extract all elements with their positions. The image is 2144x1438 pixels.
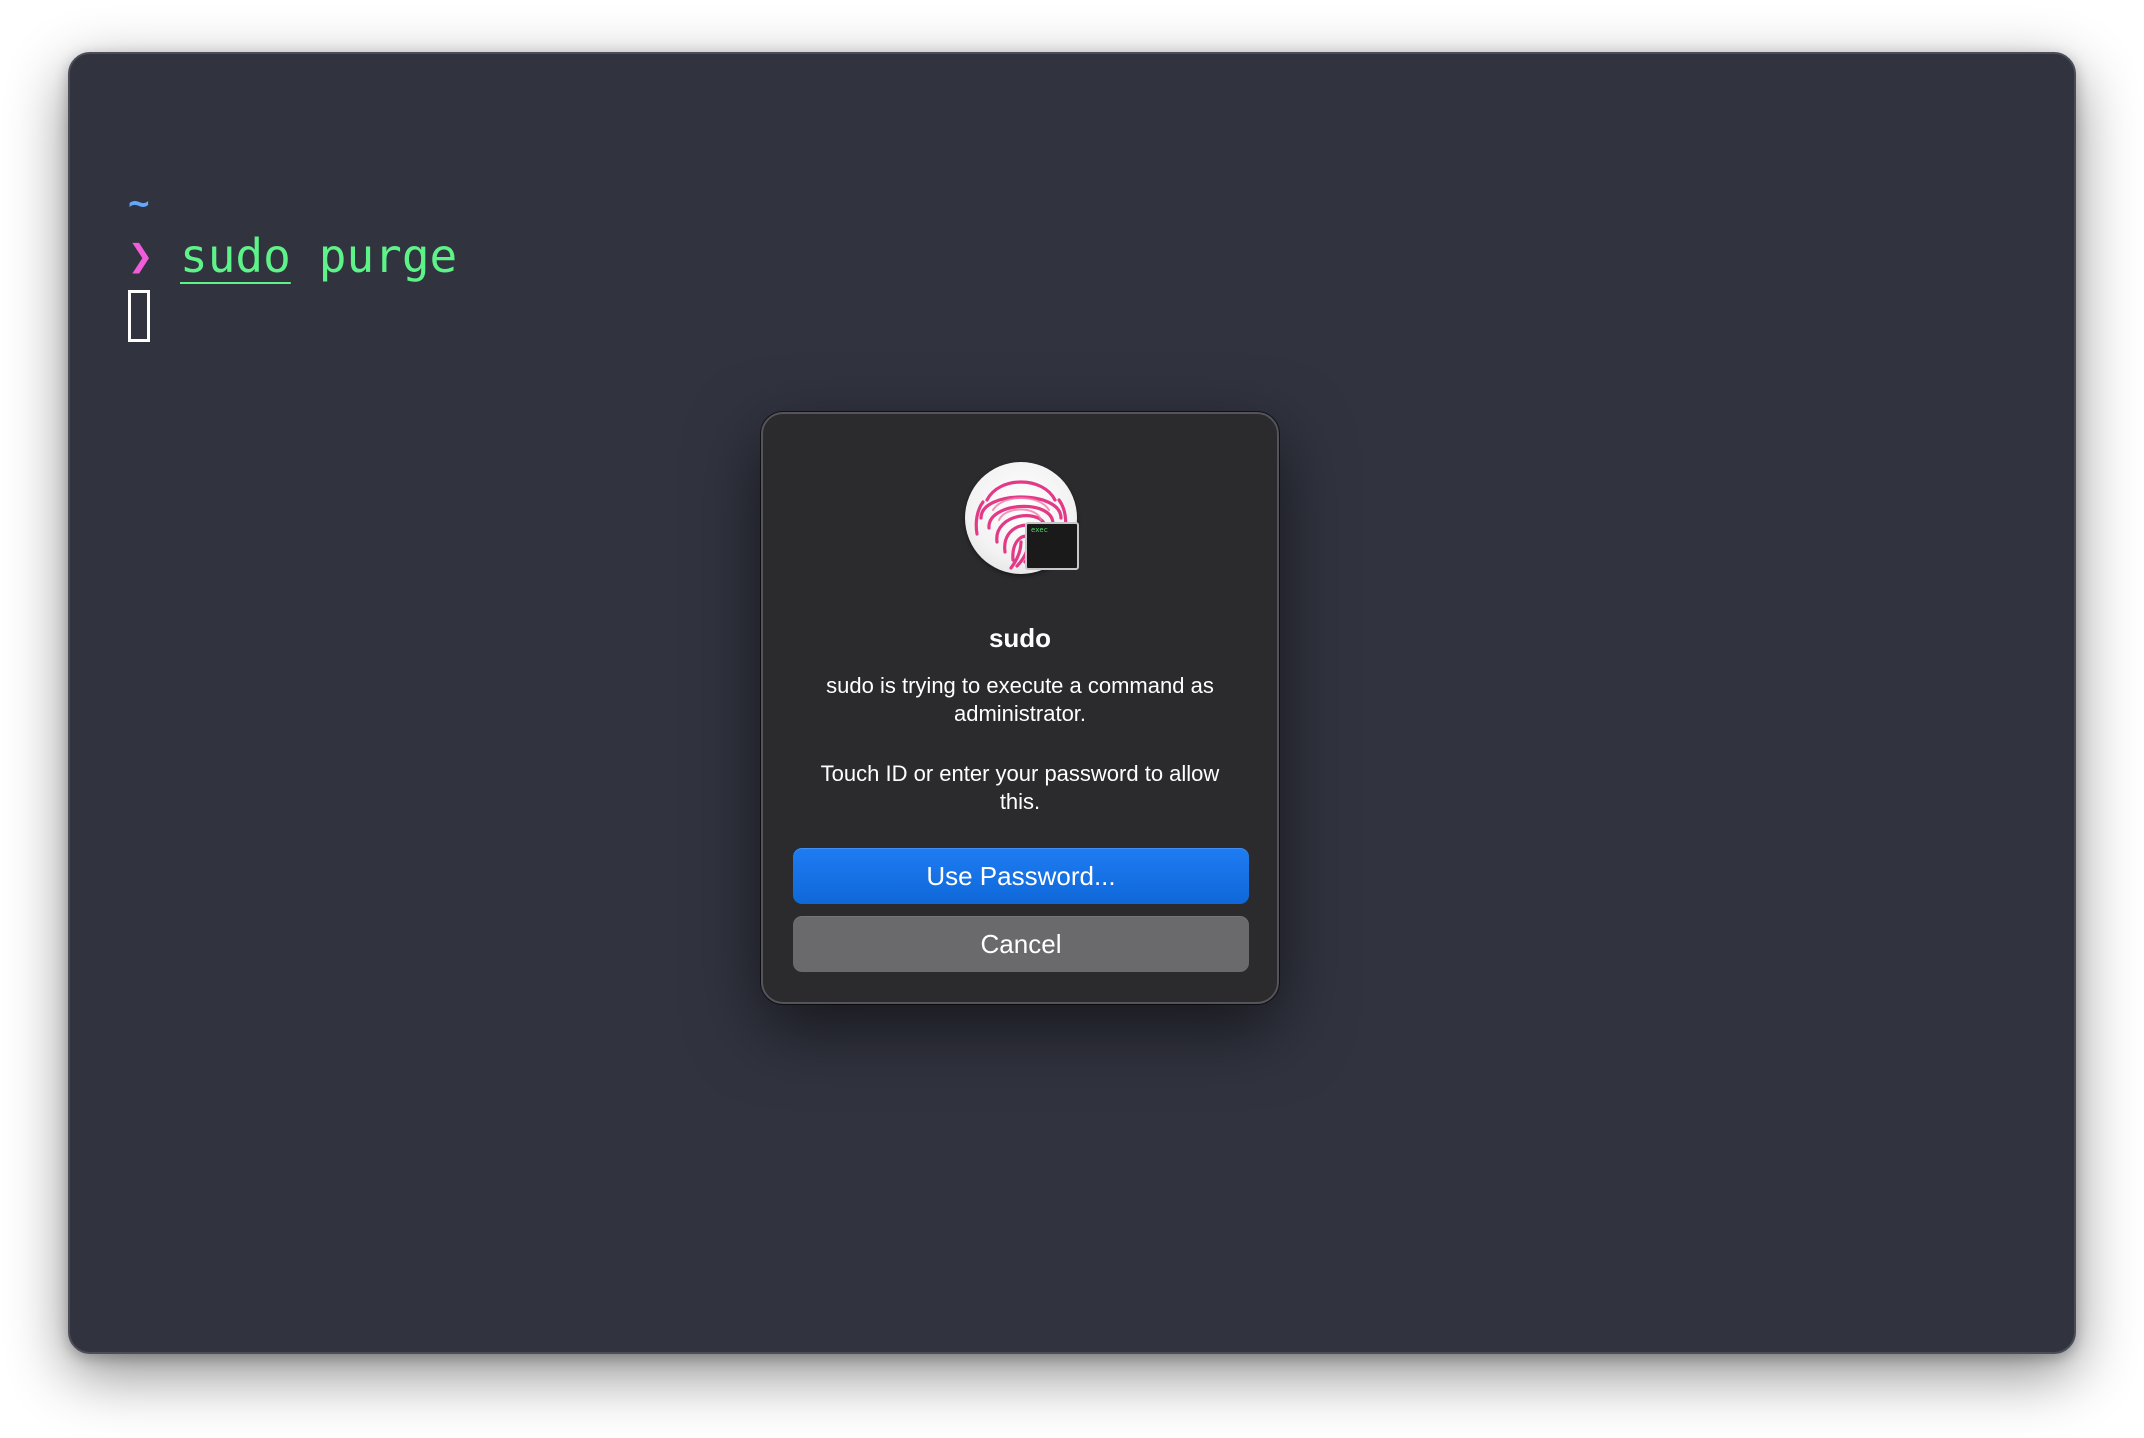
terminal-output: ~ ❯ sudo purge <box>128 182 457 342</box>
badge-label: exec <box>1031 526 1048 534</box>
cancel-button[interactable]: Cancel <box>793 916 1249 972</box>
app-icon: exec <box>965 462 1083 580</box>
current-directory: ~ <box>128 183 150 224</box>
terminal-window[interactable]: ~ ❯ sudo purge exec sudo sudo is trying … <box>68 52 2076 1354</box>
terminal-cursor <box>128 290 150 342</box>
command-name: sudo <box>180 229 291 283</box>
dialog-title: sudo <box>988 623 1052 653</box>
authentication-dialog: exec sudo sudo is trying to execute a co… <box>761 412 1279 1004</box>
dialog-info: Touch ID or enter your password to allow… <box>820 761 1220 814</box>
dialog-message: sudo is trying to execute a command as a… <box>826 673 1214 726</box>
command-argument: purge <box>318 229 458 283</box>
prompt-symbol: ❯ <box>128 231 154 280</box>
exec-badge-icon: exec <box>1025 522 1079 570</box>
command-line: ❯ sudo purge <box>128 226 457 286</box>
use-password-button[interactable]: Use Password... <box>793 848 1249 904</box>
